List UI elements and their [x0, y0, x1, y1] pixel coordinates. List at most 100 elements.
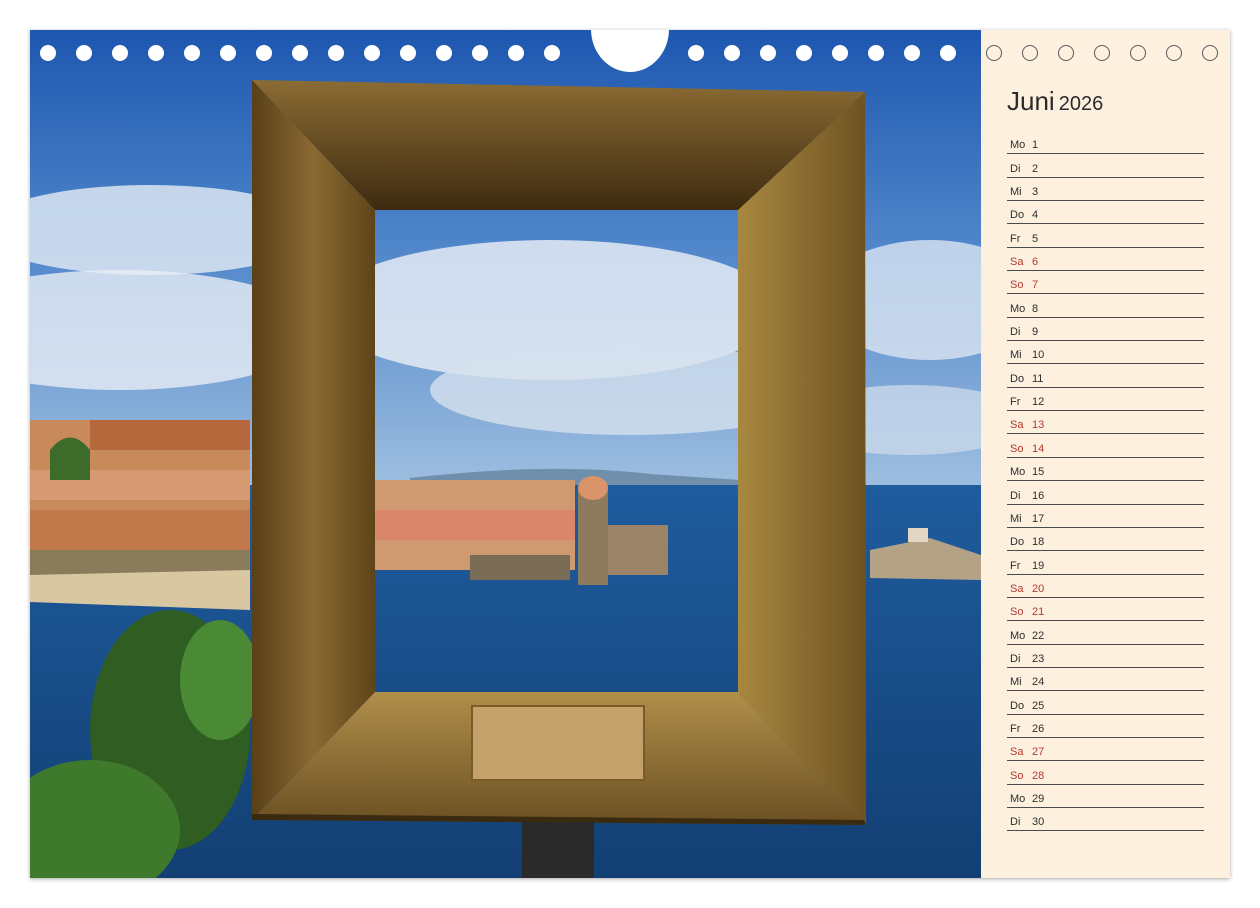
day-number: 15 — [1032, 466, 1045, 479]
weekday-label: Di — [1010, 326, 1021, 339]
weekday-label: Fr — [1010, 722, 1021, 735]
day-row: Mo 8 — [1007, 294, 1204, 318]
weekday-label: Mo — [1010, 302, 1026, 315]
day-row: Mi 3 — [1007, 178, 1204, 202]
day-number: 24 — [1032, 676, 1045, 689]
day-row: Mi 24 — [1007, 668, 1204, 692]
weekday-label: Di — [1010, 489, 1021, 502]
day-number: 6 — [1032, 256, 1039, 269]
day-number: 12 — [1032, 396, 1045, 409]
binding-hole — [472, 45, 488, 61]
binding-hole — [76, 45, 92, 61]
year-label: 2026 — [1058, 93, 1104, 115]
month-title: Juni 2026 — [1007, 86, 1103, 117]
month-name: Juni — [1007, 86, 1055, 116]
calendar-column: Juni 2026 Mo 1 Di 2 Mi 3 Do 4 Fr 5 Sa 6 So 7 Mo 8 Di 9 Mi 10… — [981, 30, 1230, 878]
binding-hole — [904, 45, 920, 61]
day-number: 3 — [1032, 186, 1039, 199]
day-number: 19 — [1032, 559, 1045, 572]
day-number: 26 — [1032, 722, 1045, 735]
binding-hole — [544, 45, 560, 61]
weekday-label: Mi — [1010, 512, 1022, 525]
binding-hole — [940, 45, 956, 61]
day-row: So 21 — [1007, 598, 1204, 622]
day-number: 18 — [1032, 536, 1045, 549]
binding-hole — [40, 45, 56, 61]
weekday-label: Do — [1010, 536, 1025, 549]
day-number: 10 — [1032, 349, 1045, 362]
weekday-label: Mi — [1010, 186, 1022, 199]
weekday-label: So — [1010, 279, 1024, 292]
weekday-label: Do — [1010, 372, 1025, 385]
day-number: 23 — [1032, 652, 1045, 665]
weekday-label: So — [1010, 769, 1024, 782]
weekday-label: Fr — [1010, 232, 1021, 245]
day-row: Mo 15 — [1007, 458, 1204, 482]
binding-hole — [760, 45, 776, 61]
day-number: 28 — [1032, 769, 1045, 782]
weekday-label: Mi — [1010, 349, 1022, 362]
binding-hole — [400, 45, 416, 61]
day-row: Do 25 — [1007, 691, 1204, 715]
weekday-label: Mi — [1010, 676, 1022, 689]
day-number: 16 — [1032, 489, 1045, 502]
binding-hole — [508, 45, 524, 61]
day-list: Mo 1 Di 2 Mi 3 Do 4 Fr 5 Sa 6 So 7 Mo 8 Di 9 Mi 10 Do 11 Fr 12 S… — [1007, 131, 1204, 832]
binding-hole — [832, 45, 848, 61]
binding-hole — [184, 45, 200, 61]
day-row: Fr 26 — [1007, 715, 1204, 738]
binding-hole — [868, 45, 884, 61]
day-number: 9 — [1032, 326, 1039, 339]
binding-hole — [148, 45, 164, 61]
day-number: 7 — [1032, 279, 1039, 292]
day-row: Fr 19 — [1007, 551, 1204, 575]
weekday-label: Sa — [1010, 256, 1024, 269]
day-row: Mo 22 — [1007, 621, 1204, 645]
weekday-label: Do — [1010, 209, 1025, 222]
binding-hole — [364, 45, 380, 61]
day-number: 29 — [1032, 792, 1045, 805]
weekday-label: Do — [1010, 699, 1025, 712]
day-row: Di 16 — [1007, 481, 1204, 505]
weekday-label: Mo — [1010, 466, 1026, 479]
day-row: Sa 6 — [1007, 248, 1204, 272]
day-row: So 28 — [1007, 761, 1204, 785]
day-row: Do 4 — [1007, 201, 1204, 225]
day-number: 5 — [1032, 232, 1039, 245]
day-row: Sa 27 — [1007, 738, 1204, 762]
day-number: 8 — [1032, 302, 1039, 315]
day-row: So 7 — [1007, 271, 1204, 295]
day-row: Mo 29 — [1007, 785, 1204, 808]
weekday-label: Di — [1010, 652, 1021, 665]
weekday-label: Mo — [1010, 629, 1026, 642]
weekday-label: So — [1010, 606, 1024, 619]
weekday-label: Sa — [1010, 419, 1024, 432]
weekday-label: Sa — [1010, 746, 1024, 759]
day-number: 30 — [1032, 816, 1045, 829]
day-number: 14 — [1032, 442, 1045, 455]
binding-hole — [724, 45, 740, 61]
day-number: 11 — [1032, 372, 1044, 385]
day-row: Di 9 — [1007, 318, 1204, 342]
calendar-page: Juni 2026 Mo 1 Di 2 Mi 3 Do 4 Fr 5 Sa 6 So 7 Mo 8 Di 9 Mi 10… — [30, 30, 1230, 878]
day-number: 25 — [1032, 699, 1045, 712]
binding-hole — [436, 45, 452, 61]
binding-hole — [220, 45, 236, 61]
day-number: 21 — [1032, 606, 1045, 619]
weekday-label: Di — [1010, 162, 1021, 175]
day-row: Sa 13 — [1007, 411, 1204, 435]
day-row: Di 30 — [1007, 808, 1204, 832]
binding-hole — [256, 45, 272, 61]
day-number: 20 — [1032, 582, 1045, 595]
day-number: 1 — [1032, 139, 1039, 152]
binding-hole — [328, 45, 344, 61]
day-row: Do 11 — [1007, 364, 1204, 388]
binding-hole — [292, 45, 308, 61]
day-row: Do 18 — [1007, 528, 1204, 552]
weekday-label: Mo — [1010, 139, 1026, 152]
binding-hole — [688, 45, 704, 61]
weekday-label: Mo — [1010, 792, 1026, 805]
day-number: 22 — [1032, 629, 1045, 642]
day-row: Sa 20 — [1007, 575, 1204, 598]
day-number: 17 — [1032, 512, 1045, 525]
